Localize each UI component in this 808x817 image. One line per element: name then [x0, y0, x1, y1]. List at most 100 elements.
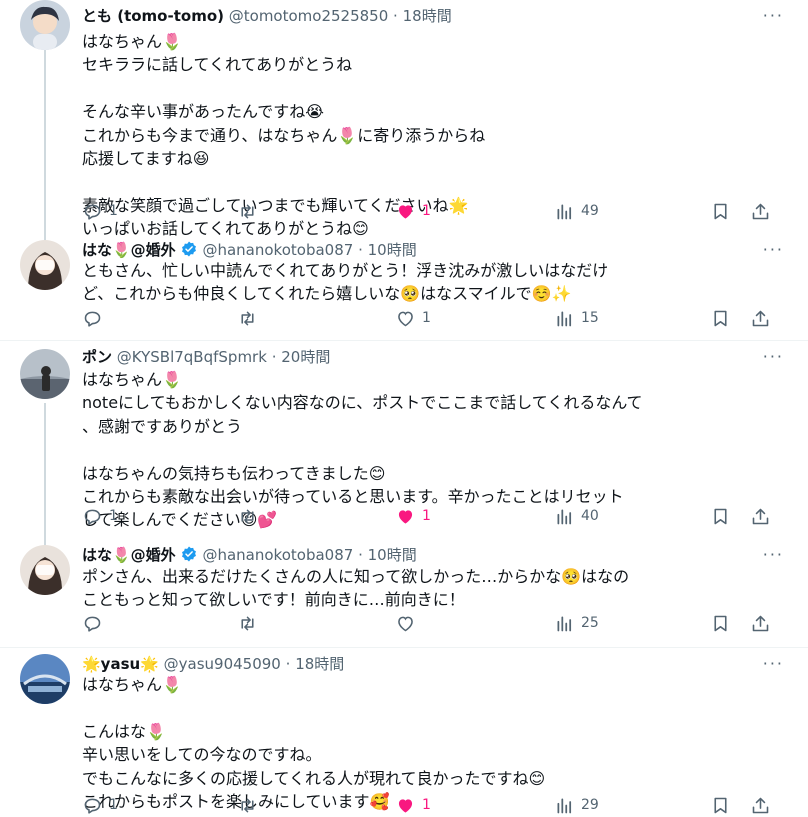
- heart-filled-icon: [398, 204, 413, 218]
- reply-thread: とも (tomo-tomo) @tomotomo2525850 · 18時間 ·…: [0, 0, 808, 814]
- display-name[interactable]: 🌟yasu🌟: [82, 655, 159, 673]
- bookmark-button[interactable]: [710, 306, 731, 330]
- like-button[interactable]: [395, 611, 422, 635]
- reply-button[interactable]: 1: [82, 793, 118, 817]
- avatar[interactable]: [20, 545, 70, 595]
- views-button[interactable]: 25: [554, 611, 599, 635]
- view-count: 49: [581, 203, 599, 219]
- repost-button[interactable]: [237, 611, 264, 635]
- user-handle[interactable]: @KYSBl7qBqfSpmrk: [117, 348, 267, 366]
- reply-icon: [84, 798, 101, 814]
- user-handle[interactable]: @hananokotoba087: [202, 241, 353, 259]
- user-handle[interactable]: @hananokotoba087: [202, 546, 353, 564]
- tweet-reply[interactable]: はな🌷@婚外 @hananokotoba087 · 10時間 ··· ポンさん、…: [0, 539, 808, 647]
- user-handle[interactable]: @yasu9045090: [164, 655, 281, 673]
- bookmark-icon: [714, 310, 727, 326]
- user-handle[interactable]: @tomotomo2525850: [229, 7, 389, 25]
- reply-button[interactable]: [82, 611, 109, 635]
- avatar[interactable]: [20, 349, 70, 399]
- timestamp[interactable]: 18時間: [295, 655, 344, 673]
- timestamp[interactable]: 10時間: [368, 546, 417, 564]
- views-button[interactable]: 15: [554, 306, 599, 330]
- repost-icon: [241, 509, 254, 523]
- share-button[interactable]: [750, 504, 771, 528]
- more-options-icon[interactable]: ···: [763, 347, 784, 366]
- bookmark-button[interactable]: [710, 504, 731, 528]
- like-button[interactable]: 1: [395, 199, 431, 223]
- action-bar: 1 1 49: [82, 199, 782, 223]
- tweet-line: ともさん、忙しい中読んでくれてありがとう！浮き沈みが激しいはなだけ: [82, 261, 609, 280]
- heart-outline-icon: [398, 616, 413, 631]
- like-button[interactable]: 1: [395, 793, 431, 817]
- repost-button[interactable]: [237, 504, 264, 528]
- reply-button[interactable]: 1: [82, 199, 118, 223]
- more-options-icon[interactable]: ···: [763, 654, 784, 673]
- views-button[interactable]: 40: [554, 504, 599, 528]
- more-options-icon[interactable]: ···: [763, 545, 784, 564]
- bookmark-icon: [714, 615, 727, 631]
- reply-button[interactable]: 1: [82, 504, 118, 528]
- tweet-line: ど、これからも仲良くしてくれたら嬉しいな🥺はなスマイルで☺️✨: [82, 284, 572, 304]
- display-name[interactable]: ポン: [82, 348, 112, 366]
- views-chart-icon: [557, 798, 572, 813]
- bookmark-button[interactable]: [710, 793, 731, 817]
- tweet-reply[interactable]: はな🌷@婚外 @hananokotoba087 · 10時間 ··· ともさん、…: [0, 236, 808, 340]
- like-count: 1: [422, 203, 431, 219]
- like-count: 1: [422, 797, 431, 813]
- tweet-header: とも (tomo-tomo) @tomotomo2525850 · 18時間: [82, 6, 758, 26]
- heart-filled-icon: [398, 798, 413, 812]
- view-count: 29: [581, 797, 599, 813]
- share-button[interactable]: [750, 199, 771, 223]
- tweet-line: noteにしてもおかしくない内容なのに、ポストでここまで話してくれるなんて: [82, 393, 643, 413]
- avatar[interactable]: [20, 0, 70, 50]
- like-button[interactable]: 1: [395, 504, 431, 528]
- avatar[interactable]: [20, 240, 70, 290]
- separator-dot: ·: [358, 241, 363, 259]
- tweet-line: 辛い思いをしての今なのですね。: [82, 745, 322, 765]
- reply-button[interactable]: [82, 306, 109, 330]
- more-options-icon[interactable]: ···: [763, 240, 784, 259]
- share-button[interactable]: [750, 611, 771, 635]
- separator-dot: ·: [285, 655, 291, 673]
- repost-button[interactable]: [237, 793, 264, 817]
- display-name[interactable]: はな🌷@婚外: [82, 546, 176, 564]
- timestamp[interactable]: 18時間: [403, 7, 452, 25]
- views-chart-icon: [557, 616, 572, 631]
- views-chart-icon: [557, 204, 572, 219]
- tweet-line: でもこんなに多くの応援してくれる人が現れて良かったですね😊: [82, 768, 546, 788]
- share-button[interactable]: [750, 793, 771, 817]
- share-icon: [752, 615, 769, 631]
- repost-icon: [241, 204, 254, 218]
- display-name[interactable]: とも (tomo-tomo): [82, 7, 224, 25]
- like-button[interactable]: 1: [395, 306, 431, 330]
- heart-outline-icon: [398, 311, 413, 326]
- more-options-icon[interactable]: ···: [763, 6, 784, 25]
- tweet-reply[interactable]: ポン @KYSBl7qBqfSpmrk · 20時間 ··· はなちゃん🌷 no…: [0, 341, 808, 539]
- views-button[interactable]: 29: [554, 793, 599, 817]
- tweet-reply[interactable]: とも (tomo-tomo) @tomotomo2525850 · 18時間 ·…: [0, 0, 808, 238]
- tweet-line: こんはな🌷: [82, 721, 166, 741]
- timestamp[interactable]: 20時間: [281, 348, 330, 366]
- action-bar: 25: [82, 611, 782, 635]
- tweet-line: そんな辛い事があったんですね😭: [82, 102, 324, 122]
- view-count: 15: [581, 310, 599, 326]
- display-name[interactable]: はな🌷@婚外: [82, 241, 176, 259]
- view-count: 25: [581, 615, 599, 631]
- tweet-line: こともっと知って欲しいです！前向きに…前向きに！: [82, 590, 465, 610]
- avatar[interactable]: [20, 654, 70, 704]
- action-bar: 1 1 40: [82, 504, 782, 528]
- views-button[interactable]: 49: [554, 199, 599, 223]
- share-icon: [752, 310, 769, 326]
- tweet-line: はなちゃんの気持ちも伝わってきました😊: [82, 463, 386, 483]
- views-chart-icon: [557, 509, 572, 524]
- share-button[interactable]: [750, 306, 771, 330]
- timestamp[interactable]: 10時間: [368, 241, 417, 259]
- reply-icon: [84, 509, 101, 525]
- repost-button[interactable]: [237, 306, 264, 330]
- bookmark-button[interactable]: [710, 611, 731, 635]
- tweet-header: ポン @KYSBl7qBqfSpmrk · 20時間: [82, 347, 758, 367]
- tweet-reply[interactable]: 🌟yasu🌟 @yasu9045090 · 18時間 ··· はなちゃん🌷 こん…: [0, 648, 808, 814]
- repost-button[interactable]: [237, 199, 264, 223]
- repost-icon: [241, 311, 254, 325]
- bookmark-button[interactable]: [710, 199, 731, 223]
